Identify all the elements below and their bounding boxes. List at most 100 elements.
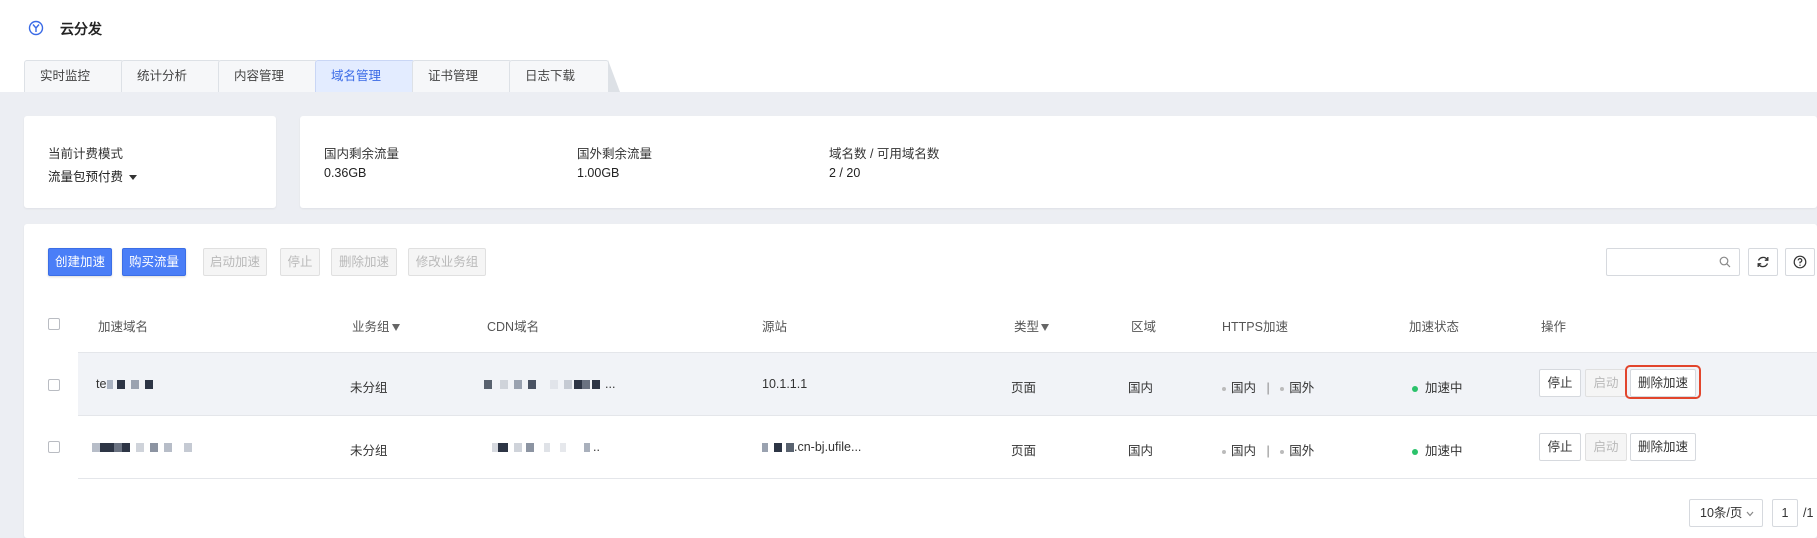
redacted-text [774, 443, 782, 453]
redacted-text [584, 443, 590, 453]
status-dot-icon [1222, 449, 1226, 454]
redacted-text [514, 443, 522, 453]
row-divider [78, 478, 1817, 479]
https-status: 国内 | 国外 [1222, 377, 1314, 396]
status-dot-icon [1280, 386, 1285, 391]
redacted-text [514, 380, 522, 390]
row-start-button[interactable]: 启动 [1585, 369, 1627, 397]
status-text: 加速中 [1425, 381, 1463, 395]
billing-mode-select[interactable]: 流量包预付费 [48, 166, 138, 185]
https-separator: | [1266, 444, 1270, 458]
refresh-button[interactable] [1748, 248, 1778, 276]
redacted-text [498, 443, 508, 453]
chevron-down-icon [1746, 511, 1754, 517]
row-start-button[interactable]: 启动 [1585, 433, 1627, 461]
redacted-text [544, 443, 550, 453]
origin-site: .cn-bj.ufile... [762, 440, 861, 454]
row-checkbox[interactable] [48, 379, 60, 391]
column-header-actions: 操作 [1541, 320, 1567, 334]
row-delete-acceleration-button[interactable]: 删除加速 [1630, 433, 1696, 461]
select-all-checkbox[interactable] [48, 318, 60, 330]
delete-acceleration-button[interactable]: 删除加速 [331, 248, 397, 276]
origin-site: 10.1.1.1 [762, 377, 808, 391]
redacted-text [574, 380, 582, 390]
row-checkbox[interactable] [48, 441, 60, 453]
column-header-https: HTTPS加速 [1222, 320, 1288, 334]
type-value: 页面 [1011, 444, 1037, 458]
cdn-domain-suffix: .. [593, 440, 600, 454]
https-foreign: 国外 [1289, 381, 1315, 395]
highlight-box [1625, 365, 1701, 399]
tab-label: 日志下载 [525, 69, 576, 83]
main-tabs: 实时监控 统计分析 内容管理 域名管理 证书管理 日志下载 [24, 60, 620, 92]
tab-label: 证书管理 [428, 69, 479, 83]
redacted-text [592, 380, 600, 390]
page-number-input[interactable]: 1 [1772, 499, 1798, 527]
tab-label: 域名管理 [331, 69, 382, 83]
tab-log-download[interactable]: 日志下载 [509, 60, 620, 92]
billing-mode-value: 流量包预付费 [48, 170, 124, 184]
start-acceleration-button[interactable]: 启动加速 [203, 248, 267, 276]
page-total: /1 [1803, 506, 1814, 520]
accelerated-domain [92, 440, 192, 454]
acceleration-status: 加速中 [1412, 440, 1463, 459]
foreign-traffic-value: 1.00GB [577, 166, 620, 180]
redacted-text [786, 443, 794, 453]
page-size-select[interactable]: 10条/页 [1689, 499, 1763, 527]
column-header-label: 业务组 [352, 320, 390, 334]
domestic-traffic-value: 0.36GB [324, 166, 367, 180]
region-value: 国内 [1128, 444, 1154, 458]
help-icon [1793, 255, 1807, 269]
tab-certificate-management[interactable]: 证书管理 [412, 60, 523, 92]
billing-card: 当前计费模式 流量包预付费 [24, 116, 276, 208]
redacted-text [145, 380, 154, 390]
tab-statistics[interactable]: 统计分析 [121, 60, 232, 92]
cdn-logo-icon [28, 20, 44, 36]
column-header-region: 区域 [1131, 320, 1157, 334]
create-acceleration-button[interactable]: 创建加速 [48, 248, 112, 276]
search-input[interactable] [1606, 248, 1740, 276]
https-separator: | [1266, 381, 1270, 395]
redacted-text [582, 380, 590, 390]
domestic-traffic-label: 国内剩余流量 [324, 147, 400, 161]
redacted-text [150, 443, 158, 453]
tab-label: 实时监控 [40, 69, 91, 83]
foreign-traffic-label: 国外剩余流量 [577, 147, 653, 161]
tab-content-management[interactable]: 内容管理 [218, 60, 329, 92]
status-dot-icon [1412, 385, 1418, 392]
row-divider [78, 415, 1817, 416]
tab-label: 统计分析 [137, 69, 188, 83]
redacted-text [164, 443, 172, 453]
https-foreign: 国外 [1289, 444, 1315, 458]
redacted-text [107, 380, 114, 390]
buy-traffic-button[interactable]: 购买流量 [122, 248, 186, 276]
column-header-type[interactable]: 类型 [1014, 316, 1050, 335]
redacted-text [184, 443, 192, 453]
status-dot-icon [1280, 449, 1285, 454]
redacted-text [500, 380, 508, 390]
row-stop-button[interactable]: 停止 [1539, 369, 1581, 397]
tab-label: 内容管理 [234, 69, 285, 83]
cdn-domain: .. [492, 440, 600, 454]
domain-count-value: 2 / 20 [829, 166, 861, 180]
page-size-value: 10条/页 [1700, 506, 1743, 520]
modify-group-button[interactable]: 修改业务组 [408, 248, 486, 276]
business-group: 未分组 [350, 381, 388, 395]
redacted-text [564, 380, 572, 390]
row-stop-button[interactable]: 停止 [1539, 433, 1581, 461]
column-header-group[interactable]: 业务组 [352, 316, 400, 335]
traffic-stats-card: 国内剩余流量 0.36GB 国外剩余流量 1.00GB 域名数 / 可用域名数 … [300, 116, 1817, 208]
redacted-text [560, 443, 566, 453]
https-domestic: 国内 [1231, 444, 1257, 458]
billing-mode-label: 当前计费模式 [48, 147, 124, 161]
redacted-text [92, 443, 100, 453]
stop-button[interactable]: 停止 [280, 248, 320, 276]
origin-suffix: .cn-bj.ufile... [794, 440, 862, 454]
tab-realtime-monitor[interactable]: 实时监控 [24, 60, 135, 92]
cdn-domain-suffix: ... [605, 377, 616, 391]
help-button[interactable] [1785, 248, 1815, 276]
top-bar: 云分发 实时监控 统计分析 内容管理 域名管理 证书管理 日志下载 [0, 0, 1817, 92]
column-header-domain: 加速域名 [98, 320, 149, 334]
column-header-origin: 源站 [762, 320, 788, 334]
tab-domain-management[interactable]: 域名管理 [315, 60, 426, 92]
